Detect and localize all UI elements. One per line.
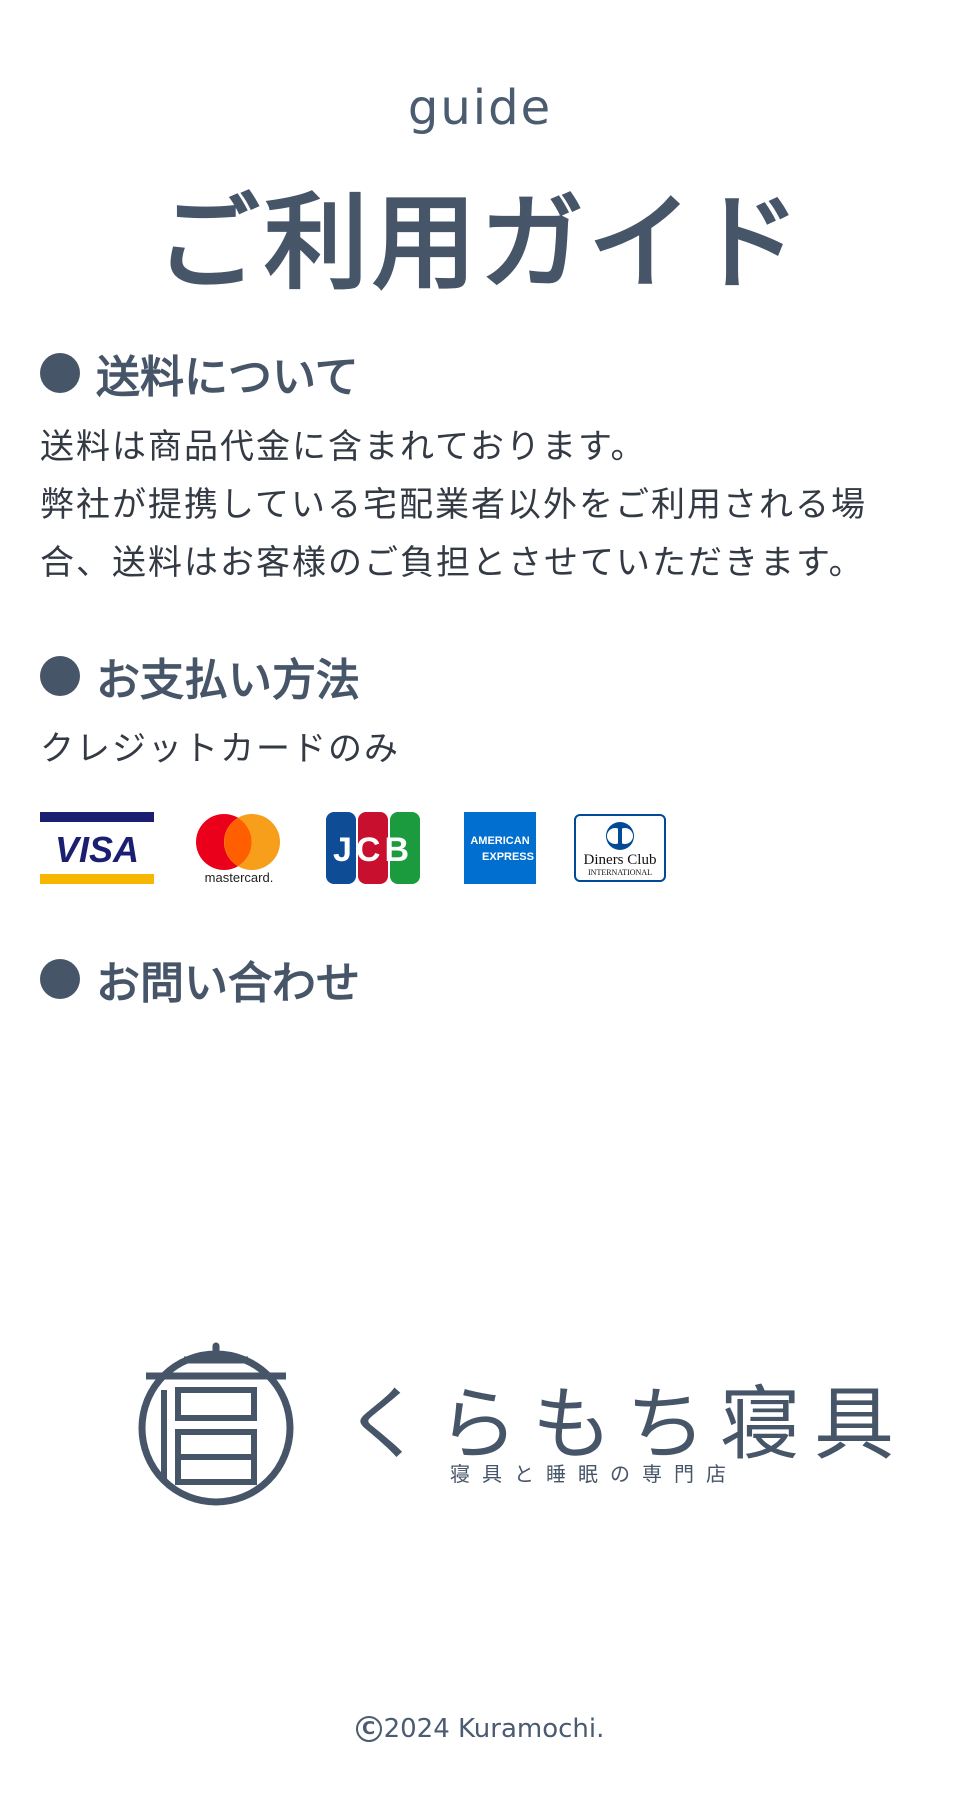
footer-copyright: C 2024 Kuramochi.	[0, 1714, 960, 1744]
copyright-text: 2024 Kuramochi.	[383, 1714, 605, 1744]
bullet-icon	[40, 353, 80, 393]
svg-text:INTERNATIONAL: INTERNATIONAL	[588, 868, 652, 877]
payment-text: クレジットカードのみ	[40, 720, 930, 778]
shipping-line: 合、送料はお客様のご負担とさせていただきます。	[40, 543, 865, 583]
brand-tagline: 寝具と睡眠の専門店	[450, 1462, 738, 1486]
shipping-heading: 送料について	[40, 345, 359, 403]
brand-logo: くらもち寝具 寝具と睡眠の専門店	[136, 1338, 894, 1508]
mastercard-icon: mastercard.	[192, 812, 284, 884]
payment-method-text: クレジットカードのみ	[40, 729, 400, 769]
amex-label: AMERICAN	[470, 835, 529, 847]
contact-heading: お問い合わせ	[40, 951, 360, 1009]
jcb-icon: JCB	[326, 812, 420, 884]
payment-heading-label: お支払い方法	[96, 655, 360, 706]
shipping-line: 送料は商品代金に含まれております。	[40, 427, 647, 467]
bullet-icon	[40, 656, 80, 696]
svg-text:Diners Club: Diners Club	[584, 852, 657, 868]
amex-icon: AMERICAN EXPRESS	[464, 812, 536, 884]
bullet-icon	[40, 959, 80, 999]
shipping-text: 送料は商品代金に含まれております。 弊社が提携している宅配業者以外をご利用される…	[40, 418, 930, 592]
contact-heading-label: お問い合わせ	[96, 958, 360, 1009]
copyright-icon: C	[355, 1716, 382, 1742]
shipping-heading-label: 送料について	[96, 352, 359, 403]
page-eyebrow: guide	[407, 80, 553, 136]
svg-text:EXPRESS: EXPRESS	[482, 851, 534, 863]
brand-mark-icon	[138, 1342, 294, 1506]
visa-icon: VISA	[40, 812, 154, 884]
diners-club-icon: Diners Club INTERNATIONAL	[574, 814, 666, 882]
shipping-line: 弊社が提携している宅配業者以外をご利用される場	[40, 485, 867, 525]
visa-label: VISA	[55, 829, 139, 870]
card-brand-list: VISA mastercard. JCB AMERICAN EXPRESS Di…	[40, 812, 666, 884]
page-title: ご利用ガイド	[155, 182, 804, 304]
mastercard-label: mastercard.	[205, 870, 274, 884]
page: guide ご利用ガイド 送料について 送料は商品代金に含まれております。 弊社…	[0, 0, 960, 1802]
payment-heading: お支払い方法	[40, 648, 360, 706]
jcb-label: JCB	[333, 831, 413, 869]
